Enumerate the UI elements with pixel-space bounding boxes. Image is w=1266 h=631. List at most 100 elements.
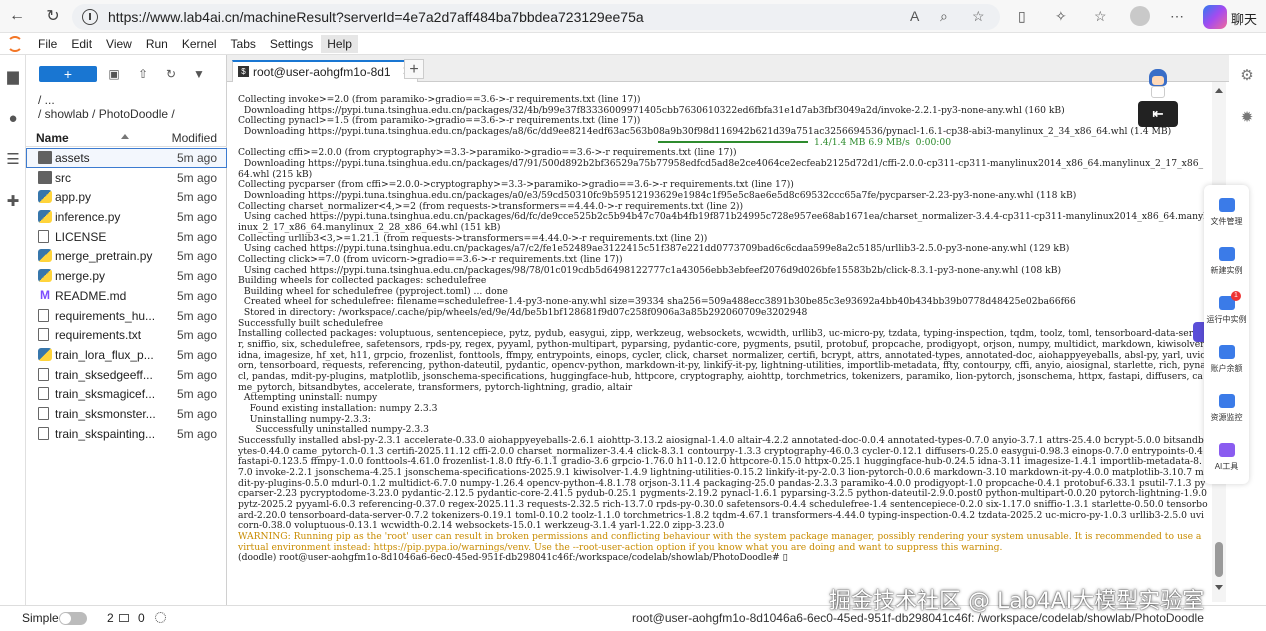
simple-mode-toggle[interactable] xyxy=(59,612,87,625)
kernel-status-icon[interactable] xyxy=(155,612,166,623)
file-name[interactable]: train_lora_flux_p... xyxy=(55,348,180,362)
terminal-tab-label[interactable]: root@user-aohgfm1o-8d1 xyxy=(253,65,391,79)
menu-kernel[interactable]: Kernel xyxy=(176,35,223,53)
text-file-icon xyxy=(38,387,49,401)
text-file-icon xyxy=(38,406,49,420)
file-row[interactable]: merge_pretrain.py 5m ago xyxy=(26,246,227,266)
exit-button[interactable]: ⇤ xyxy=(1138,101,1178,127)
running-icon[interactable]: ● xyxy=(5,111,21,127)
toc-icon[interactable]: ☰ xyxy=(5,152,21,168)
address-bar[interactable]: https://www.lab4ai.cn/machineResult?serv… xyxy=(72,4,1000,30)
file-row[interactable]: LICENSE 5m ago xyxy=(26,227,227,247)
folder-icon[interactable]: ▆ xyxy=(5,69,21,85)
breadcrumb-root[interactable]: / ... xyxy=(38,93,175,107)
file-name[interactable]: app.py xyxy=(55,190,180,204)
settings-gear-icon[interactable]: ⚙ xyxy=(1238,67,1256,85)
file-row[interactable]: app.py 5m ago xyxy=(26,187,227,207)
file-browser-toolbar: + ▣ ⇧ ↻ ▼ xyxy=(26,65,227,85)
side-panel-icon xyxy=(1218,198,1235,212)
file-row[interactable]: train_sksedgeeff... 5m ago xyxy=(26,365,227,385)
file-name[interactable]: train_sksedgeeff... xyxy=(55,368,180,382)
back-icon[interactable]: ← xyxy=(4,3,30,29)
scroll-up-icon[interactable] xyxy=(1215,88,1223,93)
file-name[interactable]: train_sksmonster... xyxy=(55,407,180,421)
menu-view[interactable]: View xyxy=(100,35,138,53)
file-name[interactable]: merge.py xyxy=(55,269,180,283)
file-row[interactable]: train_sksmonster... 5m ago xyxy=(26,404,227,424)
file-row[interactable]: merge.py 5m ago xyxy=(26,266,227,286)
extension-icon[interactable]: ✚ xyxy=(5,194,21,210)
side-panel-item[interactable]: 新建实例 xyxy=(1204,239,1249,289)
file-row[interactable]: assets 5m ago xyxy=(26,148,227,168)
favorite-star-icon[interactable]: ☆ xyxy=(972,8,985,25)
side-panel-item[interactable]: 运行中实例 1 xyxy=(1204,288,1249,338)
file-row[interactable]: requirements.txt 5m ago xyxy=(26,325,227,345)
more-menu-icon[interactable]: ⋯ xyxy=(1170,8,1184,25)
url-text[interactable]: https://www.lab4ai.cn/machineResult?serv… xyxy=(108,9,644,25)
site-info-icon[interactable] xyxy=(82,9,98,25)
file-row[interactable]: train_skspainting... 5m ago xyxy=(26,424,227,444)
refresh-icon[interactable]: ↻ xyxy=(164,67,178,81)
file-name[interactable]: requirements.txt xyxy=(55,328,180,342)
file-row[interactable]: train_lora_flux_p... 5m ago xyxy=(26,345,227,365)
file-name[interactable]: train_sksmagicef... xyxy=(55,387,180,401)
menu-run[interactable]: Run xyxy=(140,35,174,53)
menu-settings[interactable]: Settings xyxy=(264,35,319,53)
side-panel-label: AI工具 xyxy=(1214,462,1239,471)
file-name[interactable]: merge_pretrain.py xyxy=(55,249,180,263)
side-panel-item[interactable]: 文件管理 xyxy=(1204,190,1249,240)
refresh-icon[interactable]: ↻ xyxy=(40,3,66,29)
file-list: assets 5m ago src 5m ago app.py 5m ago inferen… xyxy=(26,148,227,443)
add-tab-icon[interactable]: + xyxy=(404,59,424,79)
file-modified: 5m ago xyxy=(176,229,217,244)
breadcrumb[interactable]: / ... / showlab / PhotoDoodle / xyxy=(38,93,175,121)
menu-file[interactable]: File xyxy=(32,35,63,53)
file-name[interactable]: train_skspainting... xyxy=(55,427,180,441)
column-modified-header[interactable]: Modified xyxy=(172,131,217,145)
read-aloud-icon[interactable]: A xyxy=(910,8,919,24)
extensions-icon[interactable]: ✧ xyxy=(1055,8,1067,25)
favorites-icon[interactable]: ☆ xyxy=(1094,8,1107,25)
side-panel-item[interactable]: 账户余额 xyxy=(1204,337,1249,387)
side-panel-label: 文件管理 xyxy=(1210,217,1243,226)
markdown-file-icon: M xyxy=(40,287,50,302)
debugger-icon[interactable]: ✹ xyxy=(1238,109,1256,127)
side-panel-item[interactable]: 资源监控 xyxy=(1204,386,1249,436)
split-screen-icon[interactable]: ▯ xyxy=(1018,8,1026,25)
terminal-status-icon[interactable] xyxy=(119,614,129,622)
scrollbar-thumb[interactable] xyxy=(1215,542,1223,577)
file-modified: 5m ago xyxy=(176,347,217,362)
assistant-avatar-icon[interactable] xyxy=(1143,67,1173,99)
profile-avatar-icon[interactable] xyxy=(1130,6,1150,26)
file-row[interactable]: requirements_hu... 5m ago xyxy=(26,306,227,326)
file-row[interactable]: src 5m ago xyxy=(26,168,227,188)
file-name[interactable]: inference.py xyxy=(55,210,180,224)
scroll-down-icon[interactable] xyxy=(1215,585,1223,590)
new-launcher-button[interactable]: + xyxy=(39,66,97,82)
terminal[interactable]: Collecting invoke>=2.0 (from paramiko->g… xyxy=(227,82,1215,602)
column-name-header[interactable]: Name xyxy=(36,131,69,145)
side-panel-handle[interactable] xyxy=(1193,322,1204,342)
file-name[interactable]: LICENSE xyxy=(55,230,180,244)
filter-icon[interactable]: ▼ xyxy=(192,67,206,81)
copilot-icon[interactable] xyxy=(1203,5,1227,29)
menu-edit[interactable]: Edit xyxy=(65,35,98,53)
new-folder-icon[interactable]: ▣ xyxy=(107,67,121,81)
file-name[interactable]: requirements_hu... xyxy=(55,309,180,323)
tab-terminal[interactable]: $ root@user-aohgfm1o-8d1 ✕ xyxy=(232,60,418,82)
side-panel-label: 账户余额 xyxy=(1210,364,1243,373)
terminal-output[interactable]: Collecting invoke>=2.0 (from paramiko->g… xyxy=(238,94,1208,564)
file-row[interactable]: inference.py 5m ago xyxy=(26,207,227,227)
file-name[interactable]: README.md xyxy=(55,289,180,303)
upload-icon[interactable]: ⇧ xyxy=(136,67,150,81)
side-panel-item[interactable]: AI工具 xyxy=(1204,435,1249,485)
file-name[interactable]: assets xyxy=(55,151,180,165)
zoom-icon[interactable]: ⌕ xyxy=(940,8,948,25)
menu-tabs[interactable]: Tabs xyxy=(225,35,262,53)
chat-label[interactable]: 聊天 xyxy=(1231,9,1257,28)
file-row[interactable]: train_sksmagicef... 5m ago xyxy=(26,384,227,404)
file-row[interactable]: M README.md 5m ago xyxy=(26,286,227,306)
menu-help[interactable]: Help xyxy=(321,34,358,53)
file-name[interactable]: src xyxy=(55,171,180,185)
breadcrumb-path[interactable]: / showlab / PhotoDoodle / xyxy=(38,107,175,121)
